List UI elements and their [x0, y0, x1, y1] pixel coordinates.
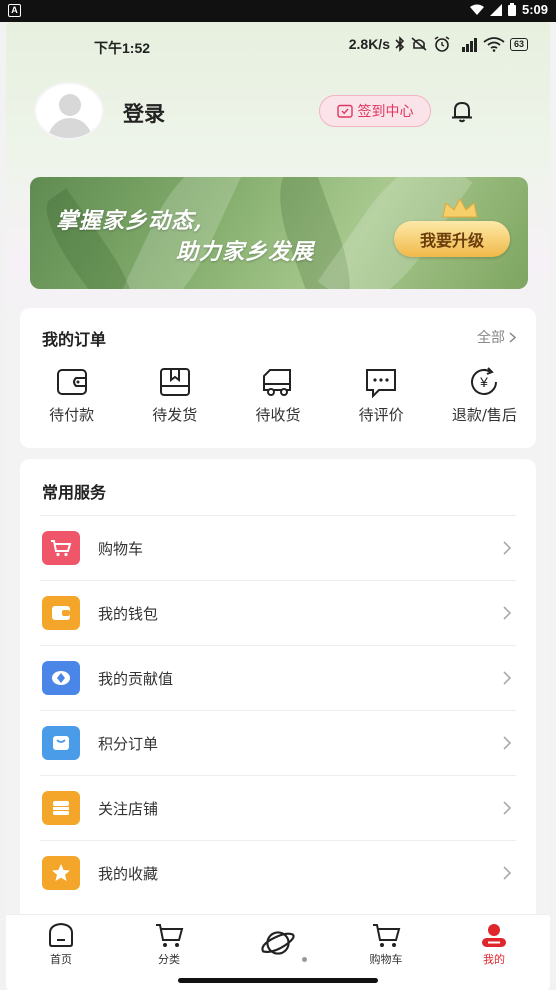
order-item-label: 待付款	[49, 406, 95, 424]
common-services-card: 常用服务 购物车 我的钱包 我的贡献值 积分订单 关注店铺 我的收藏	[20, 459, 536, 929]
package-icon	[159, 368, 190, 396]
service-shopping-cart[interactable]: 购物车	[40, 515, 516, 580]
wifi-icon	[483, 37, 505, 52]
points-bag-icon	[42, 726, 80, 760]
comment-icon	[366, 369, 397, 398]
device-status-bar: 下午1:52 2.8K/s 63	[6, 36, 550, 58]
battery-icon	[507, 3, 516, 16]
planet-icon	[261, 931, 295, 955]
order-item-label: 待评价	[358, 406, 404, 424]
order-pending-shipment[interactable]: 待发货	[123, 366, 226, 425]
contribution-icon	[42, 661, 80, 695]
service-label: 积分订单	[98, 734, 159, 753]
crown-icon	[442, 197, 478, 218]
alarm-icon	[434, 36, 450, 52]
order-refund-aftersale[interactable]: ¥ 退款/售后	[433, 366, 536, 425]
service-my-favorites[interactable]: 我的收藏	[40, 840, 516, 905]
order-item-label: 待收货	[255, 406, 301, 424]
wallet-icon	[56, 369, 87, 395]
chevron-right-icon	[503, 866, 512, 880]
status-time: 下午1:52	[94, 40, 151, 56]
nav-category[interactable]: 分类	[139, 921, 199, 967]
upgrade-banner[interactable]: 掌握家乡动态, 助力家乡发展 我要升级	[30, 177, 528, 289]
service-label: 购物车	[98, 539, 144, 558]
upgrade-button[interactable]: 我要升级	[394, 221, 510, 257]
order-status-row: 待付款 待发货 待收货 待评价 ¥ 退款/售后	[20, 366, 536, 425]
banner-slogan-line1: 掌握家乡动态,	[56, 208, 203, 234]
nav-mine[interactable]: 我的	[464, 921, 524, 967]
cart-icon	[156, 924, 184, 947]
refund-icon: ¥	[471, 367, 498, 395]
wallet-icon	[42, 596, 80, 630]
avatar[interactable]	[34, 82, 104, 140]
order-pending-review[interactable]: 待评价	[330, 366, 433, 425]
home-indicator[interactable]	[178, 978, 378, 983]
chevron-right-icon	[509, 331, 516, 343]
all-orders-label: 全部	[477, 330, 505, 346]
service-my-wallet[interactable]: 我的钱包	[40, 580, 516, 645]
wifi-icon	[469, 4, 484, 15]
chevron-right-icon	[503, 736, 512, 750]
service-label: 我的贡献值	[98, 669, 174, 688]
my-orders-title: 我的订单	[42, 330, 107, 349]
system-status-bar: A 5:09	[0, 0, 556, 22]
common-services-title: 常用服务	[42, 483, 107, 502]
my-orders-card: 我的订单 全部 待付款 待发货 待收货 待评价 ¥ 退款/售后	[20, 308, 536, 448]
truck-icon	[262, 369, 291, 396]
bell-icon[interactable]	[449, 98, 475, 124]
bluetooth-icon	[395, 36, 405, 52]
battery-level: 63	[509, 37, 528, 51]
avatar-head-shape	[59, 94, 81, 116]
nav-home[interactable]: 首页	[31, 921, 91, 967]
order-pending-payment[interactable]: 待付款	[20, 366, 123, 425]
signin-center-label: 签到中心	[357, 104, 414, 120]
signin-center-button[interactable]: 签到中心	[319, 95, 431, 127]
system-clock: 5:09	[521, 2, 548, 17]
star-icon	[42, 856, 80, 890]
services-list: 购物车 我的钱包 我的贡献值 积分订单 关注店铺 我的收藏	[40, 515, 516, 905]
all-orders-link[interactable]: 全部	[477, 327, 516, 347]
nav-label: 购物车	[369, 953, 403, 966]
nav-label: 分类	[158, 953, 180, 966]
home-icon	[49, 922, 73, 947]
profile-icon	[482, 924, 506, 947]
service-my-contribution[interactable]: 我的贡献值	[40, 645, 516, 710]
service-label: 我的钱包	[98, 604, 159, 623]
calendar-check-icon	[336, 104, 353, 118]
chevron-right-icon	[503, 606, 512, 620]
cart-icon	[373, 924, 401, 947]
nav-label: 首页	[50, 953, 72, 966]
order-item-label: 退款/售后	[451, 406, 517, 424]
nav-planet[interactable]	[248, 927, 308, 961]
mute-icon	[411, 37, 427, 51]
chevron-right-icon	[503, 671, 512, 685]
service-label: 关注店铺	[98, 799, 159, 818]
service-label: 我的收藏	[98, 864, 159, 883]
notification-badge: A	[8, 4, 21, 17]
nav-label: 我的	[483, 953, 505, 966]
chevron-right-icon	[503, 541, 512, 555]
nav-dot	[302, 957, 307, 962]
signal-icon	[489, 3, 502, 16]
store-icon	[42, 791, 80, 825]
app-screen: 下午1:52 2.8K/s 63 登录 签到中心 掌握家乡动态, 助力家乡发展 …	[6, 22, 550, 990]
login-link[interactable]: 登录	[123, 98, 165, 128]
avatar-body-shape	[48, 118, 92, 138]
cart-icon	[42, 531, 80, 565]
chevron-right-icon	[503, 801, 512, 815]
service-points-orders[interactable]: 积分订单	[40, 710, 516, 775]
cellular-signal-icon	[461, 38, 477, 52]
banner-slogan-line2: 助力家乡发展	[176, 239, 315, 265]
order-pending-receipt[interactable]: 待收货	[226, 366, 329, 425]
svg-text:¥: ¥	[479, 374, 488, 390]
order-item-label: 待发货	[152, 406, 198, 424]
service-followed-stores[interactable]: 关注店铺	[40, 775, 516, 840]
network-speed: 2.8K/s	[348, 36, 390, 52]
nav-shopping-cart[interactable]: 购物车	[356, 921, 416, 967]
